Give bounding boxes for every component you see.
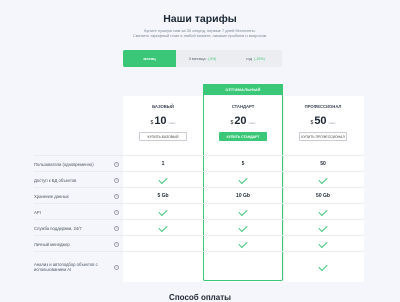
price-amount: 10 (154, 115, 167, 127)
buy-standard-button[interactable]: КУПИТЬ СТАНДАРТ (219, 132, 267, 141)
tab-year-discount: (-15%) (254, 56, 265, 61)
checkmark-icon (158, 222, 168, 232)
checkmark-icon (238, 238, 248, 248)
feature-cell (123, 220, 203, 236)
plan-basic: БАЗОВЫЙ $ 10 / мес КУПИТЬ БАЗОВЫЙ (123, 104, 203, 141)
price-amount: 50 (314, 115, 327, 127)
tab-month-label: месяц (143, 56, 156, 61)
feature-row: API? (34, 203, 364, 219)
billing-period-tabs: месяц 3 месяца (-5%) год (-15%) (123, 50, 282, 67)
feature-row: Анализ и автоподбор объектов с использов… (34, 251, 364, 281)
checkmark-icon (318, 206, 328, 216)
feature-label: Доступ к БД объектов (34, 177, 77, 183)
feature-label: Пользователи (одновременно) (34, 161, 94, 167)
feature-cell (283, 204, 363, 220)
feature-cell (283, 220, 363, 236)
price-currency: $ (310, 120, 314, 126)
feature-cell (123, 172, 203, 188)
price-currency: $ (150, 120, 154, 126)
feature-row: Хранение данных? 5 Gb 10 Gb 50 Gb (34, 187, 364, 203)
plan-price: $ 20 / мес (203, 115, 283, 127)
page-subtitle: Купите нужную нам за 30 секунд, первые 7… (0, 28, 400, 38)
info-icon[interactable]: ? (114, 161, 119, 167)
checkmark-icon (318, 238, 328, 248)
tab-3-months-discount: (-5%) (207, 56, 217, 61)
feature-value: 50 Gb (316, 193, 330, 199)
plan-price: $ 10 / мес (123, 115, 203, 127)
info-icon[interactable]: ? (114, 264, 119, 270)
feature-label: Хранение данных (34, 193, 69, 199)
checkmark-icon (158, 206, 168, 216)
feature-label: Служба поддержки, 24/7 (34, 225, 82, 231)
tab-year-label: год (246, 56, 253, 61)
feature-row: Доступ к БД объектов? (34, 171, 364, 187)
subtitle-line-2: Сменить тарифный план в любой момент, ни… (132, 33, 268, 38)
price-currency: $ (230, 120, 234, 126)
buy-basic-button[interactable]: КУПИТЬ БАЗОВЫЙ (139, 132, 187, 141)
feature-value: 5 Gb (157, 193, 169, 199)
plan-name: СТАНДАРТ (231, 104, 255, 109)
checkmark-icon (318, 261, 328, 271)
feature-row: Личный менеджер? (34, 235, 364, 251)
info-icon[interactable]: ? (114, 241, 119, 247)
feature-label: Анализ и автоподбор объектов с использов… (34, 262, 98, 272)
feature-cell (203, 204, 283, 220)
buy-professional-button[interactable]: КУПИТЬ ПРОФЕССИОНАЛ (299, 132, 347, 141)
price-period: / мес (248, 121, 256, 125)
checkmark-icon (158, 174, 168, 184)
price-period: / мес (168, 121, 176, 125)
feature-value (123, 236, 203, 252)
info-icon[interactable]: ? (114, 209, 119, 215)
feature-cell (123, 204, 203, 220)
page-title: Наши тарифы (163, 13, 237, 25)
feature-row: Служба поддержки, 24/7? (34, 219, 364, 235)
feature-value: 1 (161, 161, 165, 167)
tab-3-months-label: 3 месяца (188, 56, 206, 61)
checkmark-icon (318, 222, 328, 232)
checkmark-icon (238, 222, 248, 232)
tab-month[interactable]: месяц (123, 50, 176, 67)
checkmark-icon (238, 174, 248, 184)
info-icon[interactable]: ? (114, 225, 119, 231)
feature-cell (283, 172, 363, 188)
plan-standard: СТАНДАРТ $ 20 / мес КУПИТЬ СТАНДАРТ (203, 104, 283, 141)
plan-name: БАЗОВЫЙ (152, 104, 174, 109)
feature-cell (283, 252, 363, 282)
feature-cell (203, 236, 283, 252)
payment-section-title: Способ оплаты (169, 293, 231, 302)
info-icon[interactable]: ? (114, 193, 119, 199)
plan-professional: ПРОФЕССИОНАЛ $ 50 / мес КУПИТЬ ПРОФЕССИО… (283, 104, 363, 141)
featured-plan-banner: ОПТИМАЛЬНЫЙ (203, 84, 283, 95)
info-icon[interactable]: ? (114, 177, 119, 183)
feature-row: Пользователи (одновременно)? 1 5 50 (34, 155, 364, 171)
plan-price: $ 50 / мес (283, 115, 363, 127)
feature-value: 10 Gb (236, 193, 250, 199)
feature-cell (203, 172, 283, 188)
feature-cell (283, 236, 363, 252)
feature-value: 5 (241, 161, 245, 167)
plan-name: ПРОФЕССИОНАЛ (304, 104, 342, 109)
price-amount: 20 (234, 115, 247, 127)
feature-label: Личный менеджер (34, 241, 70, 247)
feature-label: API (34, 209, 41, 215)
tab-3-months[interactable]: 3 месяца (-5%) (176, 50, 229, 67)
feature-value (203, 252, 283, 282)
checkmark-icon (238, 206, 248, 216)
price-period: / мес (328, 121, 336, 125)
feature-value: 50 (320, 161, 326, 167)
checkmark-icon (318, 174, 328, 184)
tab-year[interactable]: год (-15%) (229, 50, 282, 67)
feature-value (123, 252, 203, 282)
feature-cell (203, 220, 283, 236)
